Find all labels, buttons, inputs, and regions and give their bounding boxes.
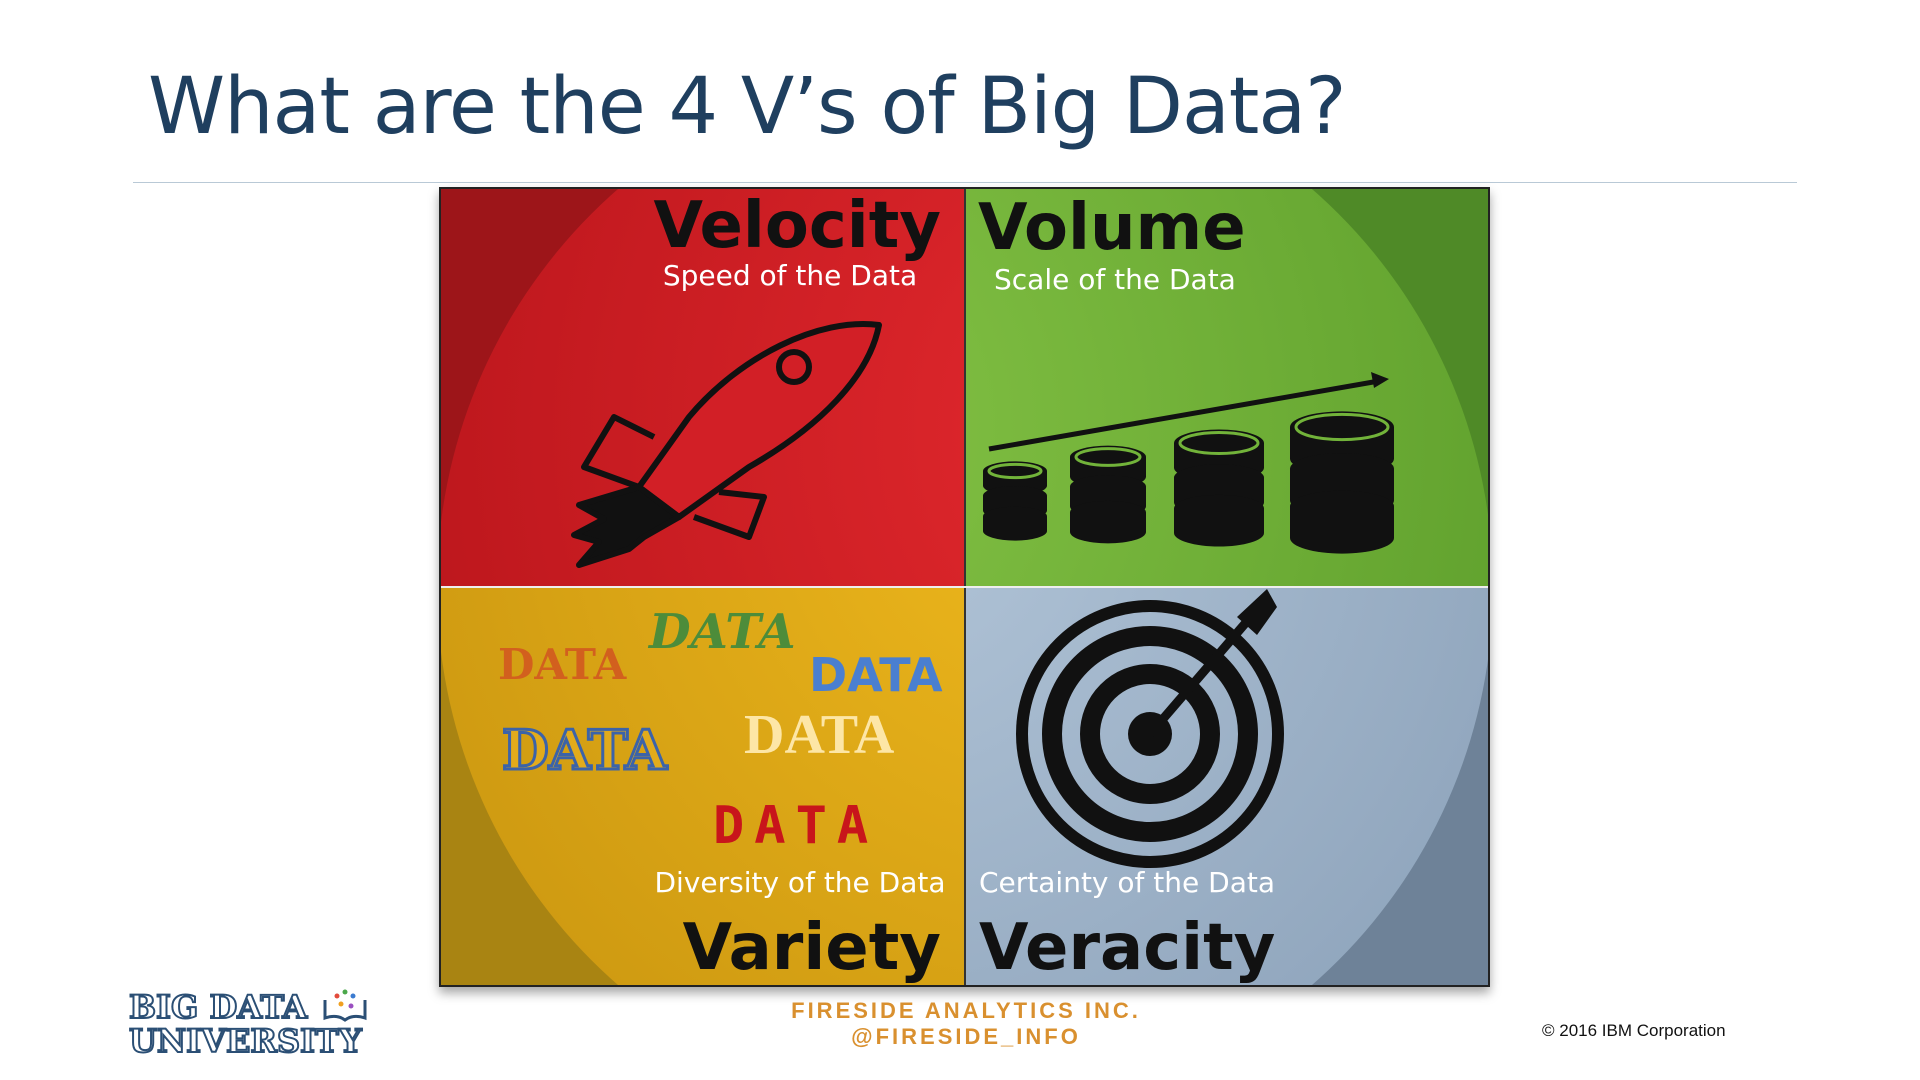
- slide-title: What are the 4 V’s of Big Data?: [148, 62, 1347, 152]
- database-cylinder-segment: [983, 506, 1047, 541]
- svg-text:DATA: DATA: [713, 796, 878, 856]
- veracity-title: Veracity: [979, 911, 1275, 985]
- copyright: © 2016 IBM Corporation: [1542, 1021, 1726, 1040]
- svg-text:DATA: DATA: [647, 604, 796, 660]
- four-vs-graphic: Velocity Speed of the Data Volume Scale …: [439, 187, 1490, 987]
- svg-text:DATA: DATA: [502, 718, 668, 782]
- company-handle: @FIRESIDE_INFO: [851, 1024, 1081, 1049]
- volume-subtitle: Scale of the Data: [994, 263, 1236, 296]
- variety-subtitle: Diversity of the Data: [654, 866, 945, 899]
- database-cylinder-segment: [1070, 500, 1146, 544]
- variety-title: Variety: [683, 911, 941, 985]
- title-divider: [133, 182, 1797, 183]
- veracity-subtitle: Certainty of the Data: [979, 866, 1275, 899]
- svg-text:UNIVERSITY: UNIVERSITY: [129, 1022, 363, 1056]
- footer-company: FIRESIDE ANALYTICS INC. @FIRESIDE_INFO: [700, 998, 1232, 1050]
- svg-text:DATA: DATA: [809, 648, 943, 702]
- velocity-title: Velocity: [653, 189, 941, 263]
- database-cylinder-segment: [1290, 490, 1394, 554]
- svg-text:DATA: DATA: [498, 640, 628, 689]
- database-cylinder-segment: [1174, 494, 1264, 547]
- big-data-university-logo: BIG DATA UNIVERSITY: [129, 987, 367, 1056]
- velocity-subtitle: Speed of the Data: [663, 259, 917, 292]
- company-name: FIRESIDE ANALYTICS INC.: [791, 998, 1141, 1023]
- svg-text:DATA: DATA: [744, 704, 895, 766]
- svg-text:BIG DATA: BIG DATA: [129, 988, 308, 1026]
- book-icon: [323, 989, 367, 1022]
- volume-title: Volume: [978, 191, 1246, 265]
